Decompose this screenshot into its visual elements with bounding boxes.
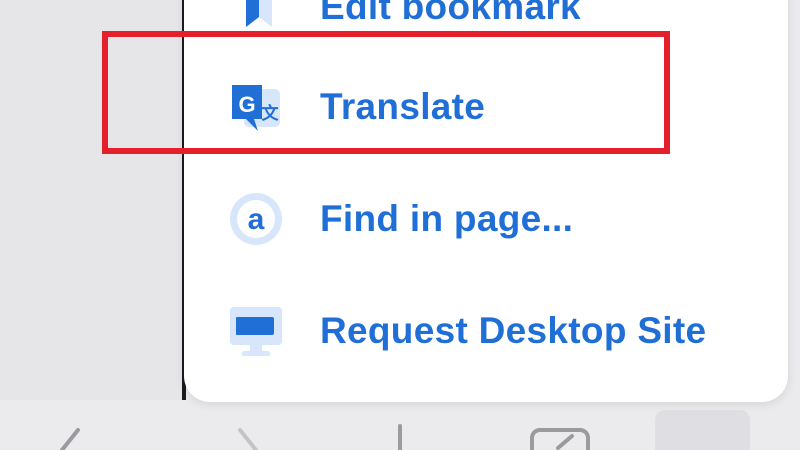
share-icon[interactable] [385,424,415,450]
menu-item-request-desktop-site[interactable]: Request Desktop Site [184,286,788,376]
screen: Edit bookmark G 文 Translate a Find in pa… [0,0,800,450]
menu-item-find-in-page[interactable]: a Find in page... [184,174,788,264]
svg-text:G: G [238,92,255,117]
menu-item-label: Request Desktop Site [320,310,707,351]
page-action-menu: Edit bookmark G 文 Translate a Find in pa… [184,0,788,402]
menu-item-label: Edit bookmark [320,0,581,27]
translate-icon: G 文 [232,85,280,131]
menu-item-label: Find in page... [320,198,574,239]
page-background [0,0,186,400]
bookmark-icon [246,0,272,27]
svg-text:文: 文 [262,103,280,124]
menu-item-translate[interactable]: G 文 Translate [184,62,788,152]
desktop-site-icon [230,307,282,356]
forward-icon[interactable] [230,428,280,450]
back-icon[interactable] [40,428,90,450]
tabs-icon[interactable] [528,426,594,450]
find-in-page-icon: a [230,193,282,245]
menu-item-edit-bookmark[interactable]: Edit bookmark [184,0,788,52]
bottom-toolbar [0,400,800,450]
more-icon[interactable] [655,410,750,450]
svg-text:a: a [248,203,265,236]
menu-item-label: Translate [320,86,486,127]
